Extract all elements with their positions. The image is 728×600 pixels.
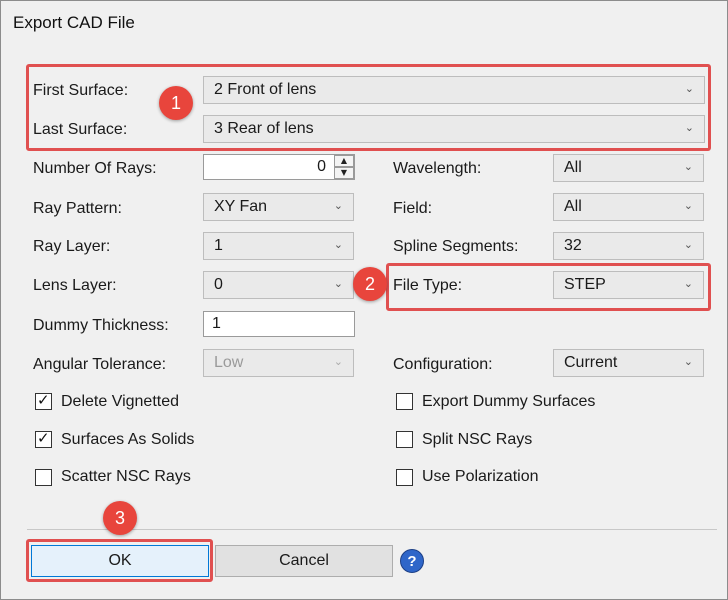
- split-nsc-rays-checkbox[interactable]: [396, 431, 413, 448]
- ray-pattern-dropdown[interactable]: XY Fan ⌄: [203, 193, 354, 221]
- use-polarization-checkbox[interactable]: [396, 469, 413, 486]
- field-label: Field:: [393, 200, 433, 217]
- ray-pattern-label: Ray Pattern:: [33, 200, 122, 217]
- check-icon: ✓: [37, 429, 50, 447]
- surfaces-as-solids-checkbox[interactable]: ✓: [35, 429, 52, 448]
- field-dropdown[interactable]: All ⌄: [553, 193, 704, 221]
- dialog-title: Export CAD File: [13, 13, 135, 32]
- chevron-down-icon: ⌄: [333, 199, 343, 212]
- help-icon[interactable]: ?: [400, 549, 424, 573]
- chevron-down-icon: ⌄: [683, 238, 693, 251]
- spline-segments-label: Spline Segments:: [393, 238, 519, 255]
- chevron-down-icon: ⌄: [683, 160, 693, 173]
- configuration-dropdown[interactable]: Current ⌄: [553, 349, 704, 377]
- delete-vignetted-checkbox[interactable]: ✓: [35, 391, 52, 410]
- spline-segments-dropdown[interactable]: 32 ⌄: [553, 232, 704, 260]
- dummy-thickness-label: Dummy Thickness:: [33, 317, 169, 334]
- ray-layer-label: Ray Layer:: [33, 238, 111, 255]
- export-cad-dialog: Export CAD File First Surface: 2 Front o…: [0, 0, 728, 600]
- surfaces-as-solids-label[interactable]: Surfaces As Solids: [61, 431, 194, 449]
- ray-layer-value: 1: [214, 237, 223, 254]
- dummy-thickness-value: 1: [212, 315, 221, 332]
- scatter-nsc-rays-checkbox[interactable]: [35, 469, 52, 486]
- spin-up-icon[interactable]: ▲: [334, 155, 354, 167]
- chevron-down-icon: ⌄: [683, 199, 693, 212]
- use-polarization-label[interactable]: Use Polarization: [422, 468, 539, 486]
- chevron-down-icon: ⌄: [333, 277, 343, 290]
- wavelength-label: Wavelength:: [393, 160, 482, 177]
- lens-layer-dropdown[interactable]: 0 ⌄: [203, 271, 354, 299]
- split-nsc-rays-label[interactable]: Split NSC Rays: [422, 431, 532, 449]
- annotation-badge-2: 2: [353, 267, 387, 301]
- chevron-down-icon: ⌄: [683, 355, 693, 368]
- highlight-file-type-box: [386, 263, 711, 311]
- cancel-button[interactable]: Cancel: [215, 545, 393, 577]
- number-of-rays-input[interactable]: 0 ▲ ▼: [203, 154, 355, 180]
- highlight-ok-box: [26, 539, 213, 582]
- wavelength-dropdown[interactable]: All ⌄: [553, 154, 704, 182]
- ray-layer-dropdown[interactable]: 1 ⌄: [203, 232, 354, 260]
- dummy-thickness-input[interactable]: 1: [203, 311, 355, 337]
- ray-pattern-value: XY Fan: [214, 198, 268, 215]
- chevron-down-icon: ⌄: [333, 238, 343, 251]
- export-dummy-surfaces-checkbox[interactable]: [396, 393, 413, 410]
- lens-layer-value: 0: [214, 276, 223, 293]
- spline-segments-value: 32: [564, 237, 582, 254]
- configuration-value: Current: [564, 354, 618, 371]
- lens-layer-label: Lens Layer:: [33, 277, 117, 294]
- angular-tolerance-label: Angular Tolerance:: [33, 356, 167, 373]
- check-icon: ✓: [37, 391, 50, 409]
- number-of-rays-value: 0: [317, 158, 326, 175]
- scatter-nsc-rays-label[interactable]: Scatter NSC Rays: [61, 468, 191, 486]
- field-value: All: [564, 198, 582, 215]
- spin-down-icon[interactable]: ▼: [334, 167, 354, 179]
- angular-tolerance-dropdown: Low ⌄: [203, 349, 354, 377]
- chevron-down-icon: ⌄: [333, 355, 343, 368]
- number-of-rays-label: Number Of Rays:: [33, 160, 157, 177]
- configuration-label: Configuration:: [393, 356, 493, 373]
- delete-vignetted-label[interactable]: Delete Vignetted: [61, 393, 179, 411]
- angular-tolerance-value: Low: [214, 354, 244, 371]
- export-dummy-surfaces-label[interactable]: Export Dummy Surfaces: [422, 393, 595, 411]
- wavelength-value: All: [564, 159, 582, 176]
- annotation-badge-3: 3: [103, 501, 137, 535]
- annotation-badge-1: 1: [159, 86, 193, 120]
- highlight-surfaces-box: [26, 64, 711, 151]
